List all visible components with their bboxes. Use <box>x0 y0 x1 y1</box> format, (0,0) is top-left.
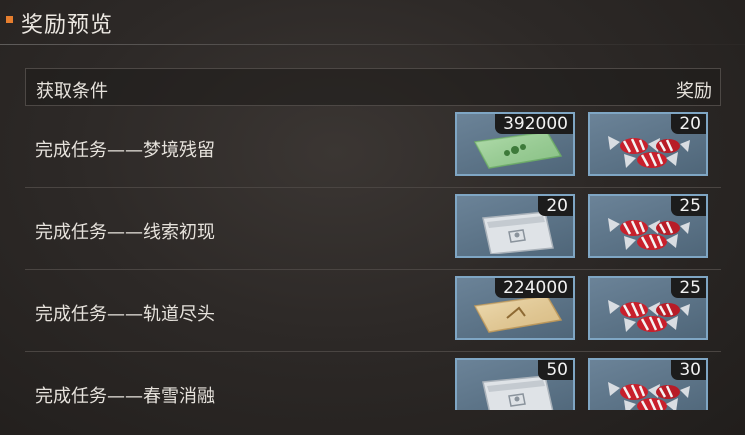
reward-slot[interactable]: 25 <box>588 276 708 340</box>
reward-count: 25 <box>671 278 706 298</box>
condition-text: 完成任务——线索初现 <box>35 222 215 243</box>
reward-count: 50 <box>538 360 573 380</box>
table-row: 完成任务——梦境残留 392000 20 <box>25 106 721 188</box>
reward-column-header: 奖励 <box>676 81 712 102</box>
reward-slot[interactable]: 20 <box>455 194 575 258</box>
condition-text: 完成任务——轨道尽头 <box>35 304 215 325</box>
condition-text: 完成任务——梦境残留 <box>35 140 215 161</box>
reward-count: 224000 <box>495 278 573 298</box>
table-row: 完成任务——线索初现 20 25 <box>25 188 721 270</box>
green-envelope-icon <box>473 131 563 169</box>
reward-slot[interactable]: 25 <box>588 194 708 258</box>
red-candy-icon <box>608 136 690 168</box>
reward-slot[interactable]: 392000 <box>455 112 575 176</box>
gold-envelope-icon <box>473 295 563 333</box>
table-header: 获取条件 奖励 <box>25 68 721 106</box>
silver-pouch-icon <box>482 211 554 254</box>
red-candy-icon <box>608 218 690 250</box>
reward-slot[interactable]: 50 <box>455 358 575 410</box>
table-row: 完成任务——轨道尽头 224000 25 <box>25 270 721 352</box>
reward-count: 20 <box>538 196 573 216</box>
table-row: 完成任务——春雪消融 50 30 <box>25 352 721 410</box>
condition-text: 完成任务——春雪消融 <box>35 386 215 407</box>
reward-count: 25 <box>671 196 706 216</box>
reward-list-viewport[interactable]: 获取条件 奖励 完成任务——梦境残留 392000 20 完成任务——线索初现 <box>0 0 745 410</box>
reward-slot[interactable]: 20 <box>588 112 708 176</box>
reward-count: 392000 <box>495 114 573 134</box>
reward-count: 30 <box>671 360 706 380</box>
condition-column-header: 获取条件 <box>36 81 108 102</box>
red-candy-icon <box>608 300 690 332</box>
reward-slot[interactable]: 30 <box>588 358 708 410</box>
reward-slot[interactable]: 224000 <box>455 276 575 340</box>
reward-count: 20 <box>671 114 706 134</box>
